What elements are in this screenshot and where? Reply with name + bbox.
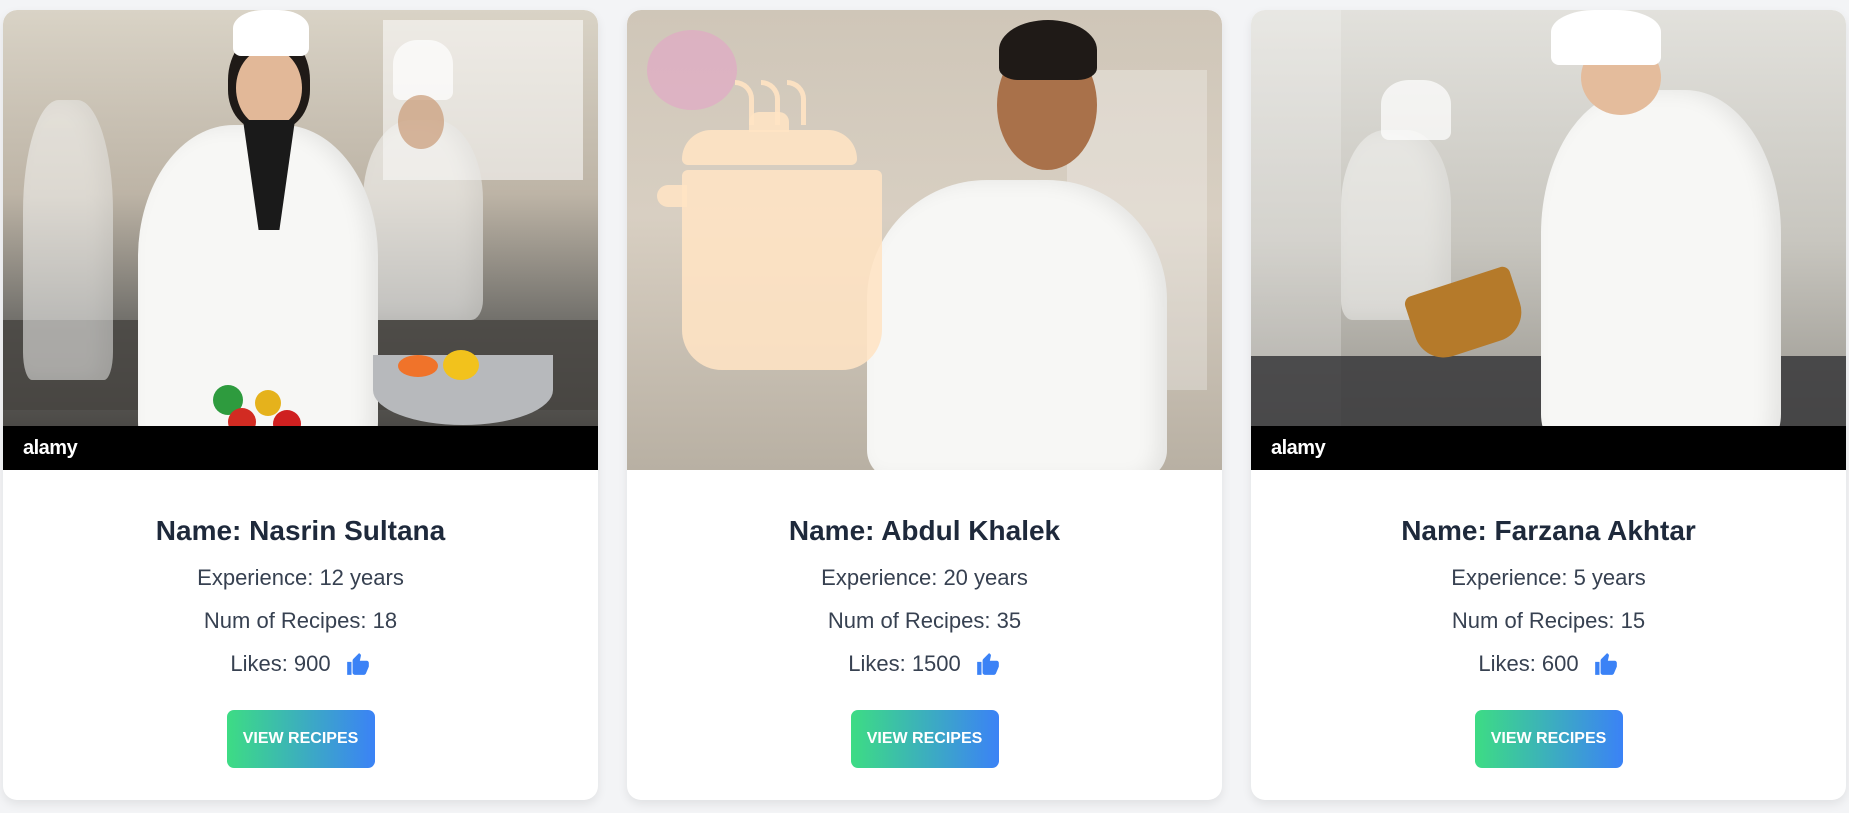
watermark-logo: alamy [23,437,78,459]
chef-likes: Likes: 900 [3,650,598,678]
chef-info: Name: Abdul Khalek Experience: 20 years … [627,470,1222,768]
chef-photo: alamy [3,10,598,470]
chef-photo: alamy [1251,10,1846,470]
chef-info: Name: Nasrin Sultana Experience: 12 year… [3,470,598,768]
chef-info: Name: Farzana Akhtar Experience: 5 years… [1251,470,1846,768]
chef-likes: Likes: 600 [1251,650,1846,678]
chef-name: Name: Abdul Khalek [788,515,1061,546]
chef-recipes-count: Num of Recipes: 35 [827,608,1022,633]
view-recipes-button[interactable]: VIEW RECIPES [1474,710,1623,768]
chef-card: Name: Abdul Khalek Experience: 20 years … [627,10,1222,800]
cooking-pot-icon [657,80,882,370]
likes-label: Likes: 600 [1478,651,1579,676]
likes-label: Likes: 1500 [848,651,961,676]
thumbs-up-icon[interactable] [975,651,1001,677]
chef-recipes-count: Num of Recipes: 18 [203,608,398,633]
chef-name: Name: Farzana Akhtar [1401,515,1696,546]
watermark-bar: alamy [1251,426,1846,470]
chef-card-grid: alamy Name: Nasrin Sultana Experience: 1… [0,0,1849,813]
thumbs-up-icon[interactable] [345,651,371,677]
watermark-logo: alamy [1271,437,1326,459]
chef-card: alamy Name: Farzana Akhtar Experience: 5… [1251,10,1846,800]
view-recipes-button[interactable]: VIEW RECIPES [226,710,375,768]
watermark-bar: alamy [3,426,598,470]
chef-experience: Experience: 5 years [1451,565,1646,590]
chef-name: Name: Nasrin Sultana [155,515,446,546]
chef-photo [627,10,1222,470]
chef-likes: Likes: 1500 [627,650,1222,678]
chef-card: alamy Name: Nasrin Sultana Experience: 1… [3,10,598,800]
chef-recipes-count: Num of Recipes: 15 [1451,608,1646,633]
thumbs-up-icon[interactable] [1593,651,1619,677]
view-recipes-button[interactable]: VIEW RECIPES [850,710,999,768]
likes-label: Likes: 900 [230,651,331,676]
chef-experience: Experience: 20 years [821,565,1028,590]
chef-experience: Experience: 12 years [197,565,404,590]
